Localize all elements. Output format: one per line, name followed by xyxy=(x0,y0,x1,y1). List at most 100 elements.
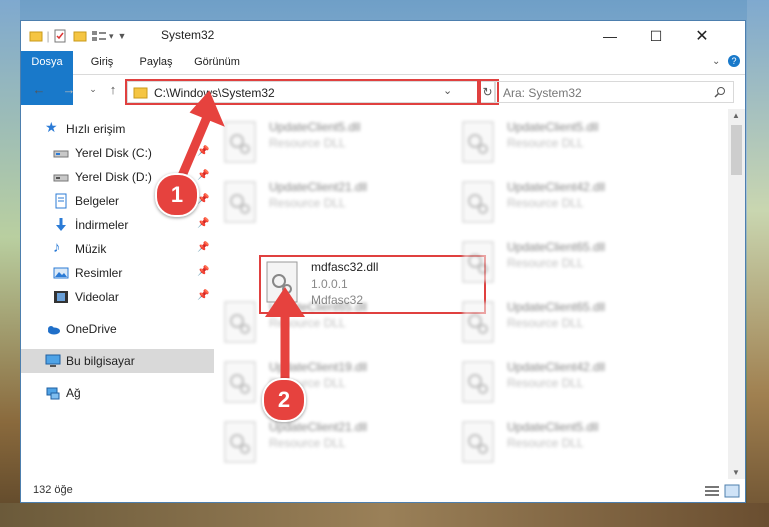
star-icon: ★ xyxy=(45,119,58,135)
vertical-scrollbar[interactable]: ▲ ▼ xyxy=(728,109,745,479)
dll-file-icon xyxy=(462,301,494,343)
dll-file-icon xyxy=(462,121,494,163)
forward-button[interactable]: → xyxy=(59,82,79,100)
file-description: Resource DLL xyxy=(507,136,584,150)
file-explorer-window: | ▾ ▼ System32 — ☐ ✕ Dosya Giriş Paylaş … xyxy=(20,20,746,503)
file-description: Resource DLL xyxy=(507,376,584,390)
file-item[interactable]: UpdateClient65.dll Resource DLL xyxy=(457,237,677,291)
window-title: System32 xyxy=(161,28,215,42)
item-count: 132 öğe xyxy=(33,484,73,496)
music-icon: ♪ xyxy=(53,239,61,256)
sidebar-item-label: Resimler xyxy=(75,266,123,280)
file-item[interactable]: UpdateClient65.dll Resource DLL xyxy=(457,297,677,351)
back-button[interactable]: ← xyxy=(29,82,49,100)
close-button[interactable]: ✕ xyxy=(679,21,725,51)
status-bar: 132 öğe xyxy=(21,479,745,502)
scroll-down-icon[interactable]: ▼ xyxy=(732,468,740,477)
file-name: UpdateClient42.dll xyxy=(507,360,606,374)
sidebar-item-label: İndirmeler xyxy=(75,218,129,232)
downloads-icon xyxy=(56,218,66,231)
pin-icon[interactable]: 📌 xyxy=(197,266,209,277)
toolbar-separator: | xyxy=(46,29,50,43)
file-item[interactable]: UpdateClient19.dll Resource DLL xyxy=(219,357,439,411)
pin-icon[interactable]: 📌 xyxy=(197,242,209,253)
cloud-icon xyxy=(48,326,60,335)
sidebar-item-label: OneDrive xyxy=(66,322,117,336)
sidebar-item-label: Yerel Disk (D:) xyxy=(75,170,152,184)
sidebar-item-network[interactable]: Ağ xyxy=(21,381,214,405)
file-description: Resource DLL xyxy=(269,436,346,450)
details-view-icon[interactable] xyxy=(704,484,720,498)
dll-file-icon xyxy=(462,361,494,403)
title-bar: | ▾ ▼ System32 — ☐ ✕ xyxy=(21,21,745,51)
sidebar-item-pictures[interactable]: Resimler 📌 xyxy=(21,261,214,285)
file-name: UpdateClient21.dll xyxy=(269,420,368,434)
search-icon[interactable] xyxy=(714,86,726,98)
file-item[interactable]: UpdateClient21.dll Resource DLL xyxy=(219,417,439,471)
network-icon xyxy=(46,387,60,400)
navigation-bar: ← → ⌄ ↑ C:\Windows\System32 ⌄ ↻ Ara: Sys… xyxy=(21,75,745,107)
sidebar-item-music[interactable]: ♪ Müzik 📌 xyxy=(21,237,214,261)
customize-toolbar-chevron-icon[interactable]: ▾ xyxy=(109,31,114,42)
sidebar-item-this-pc[interactable]: Bu bilgisayar xyxy=(21,349,214,373)
new-folder-icon[interactable] xyxy=(73,29,87,43)
file-description: Resource DLL xyxy=(507,316,584,330)
file-item[interactable]: UpdateClient42.dll Resource DLL xyxy=(457,357,677,411)
drive-icon xyxy=(53,174,69,182)
file-name: UpdateClient65.dll xyxy=(507,300,606,314)
sidebar-item-label: Yerel Disk (C:) xyxy=(75,146,152,160)
large-icons-view-icon[interactable] xyxy=(724,484,740,498)
scroll-up-icon[interactable]: ▲ xyxy=(732,111,740,120)
file-name: UpdateClient5.dll xyxy=(269,120,361,134)
sidebar-item-onedrive[interactable]: OneDrive xyxy=(21,317,214,341)
view-icon[interactable] xyxy=(91,29,107,43)
sidebar-item-label: Ağ xyxy=(66,386,81,400)
desktop-wallpaper-right xyxy=(747,0,769,527)
file-name: UpdateClient5.dll xyxy=(507,420,599,434)
dll-file-icon xyxy=(224,301,256,343)
drive-icon xyxy=(53,150,69,158)
dll-file-icon xyxy=(224,421,256,463)
search-box[interactable]: Ara: System32 xyxy=(494,81,734,103)
file-description: Resource DLL xyxy=(507,256,584,270)
properties-icon[interactable] xyxy=(53,29,67,43)
maximize-button[interactable]: ☐ xyxy=(633,21,679,51)
file-name: UpdateClient5.dll xyxy=(507,120,599,134)
file-name: UpdateClient42.dll xyxy=(507,180,606,194)
recent-locations-chevron-icon[interactable]: ⌄ xyxy=(83,84,103,102)
file-description: Resource DLL xyxy=(507,436,584,450)
tab-view[interactable]: Görünüm xyxy=(187,51,247,74)
file-item[interactable]: UpdateClient5.dll Resource DLL xyxy=(457,117,677,171)
ribbon-tabs: Dosya Giriş Paylaş Görünüm ⌄ ? xyxy=(21,51,745,105)
minimize-button[interactable]: — xyxy=(587,21,633,51)
desktop-wallpaper-bottom xyxy=(0,503,769,527)
folder-icon[interactable] xyxy=(29,29,43,43)
dropdown-arrow-icon[interactable]: ▼ xyxy=(118,31,127,41)
documents-icon xyxy=(55,193,67,209)
scrollbar-thumb[interactable] xyxy=(731,125,742,175)
file-item[interactable]: UpdateClient42.dll Resource DLL xyxy=(457,177,677,231)
ribbon-expand-icon[interactable]: ⌄ xyxy=(712,56,720,67)
sidebar-item-label: Videolar xyxy=(75,290,119,304)
pin-icon[interactable]: 📌 xyxy=(197,290,209,301)
tab-share[interactable]: Paylaş xyxy=(131,51,181,74)
search-placeholder: Ara: System32 xyxy=(503,86,582,100)
file-description: Resource DLL xyxy=(269,136,346,150)
step-2-badge: 2 xyxy=(262,378,306,422)
sidebar-item-videos[interactable]: Videolar 📌 xyxy=(21,285,214,309)
videos-icon xyxy=(54,291,68,303)
step-1-badge: 1 xyxy=(155,173,199,217)
file-description: Resource DLL xyxy=(269,196,346,210)
file-name: UpdateClient21.dll xyxy=(269,180,368,194)
help-icon[interactable]: ? xyxy=(728,55,740,67)
file-item[interactable]: UpdateClient5.dll Resource DLL xyxy=(457,417,677,471)
quick-access-toolbar: | ▾ ▼ xyxy=(29,27,126,45)
file-item[interactable]: UpdateClient65.dll Resource DLL xyxy=(219,297,439,351)
sidebar-item-label: Bu bilgisayar xyxy=(66,354,135,368)
tab-home[interactable]: Giriş xyxy=(77,51,127,74)
file-description: Resource DLL xyxy=(507,196,584,210)
sidebar-item-label: Belgeler xyxy=(75,194,120,208)
dll-file-icon xyxy=(462,181,494,223)
up-button[interactable]: ↑ xyxy=(103,82,123,100)
dll-file-icon xyxy=(462,241,494,283)
